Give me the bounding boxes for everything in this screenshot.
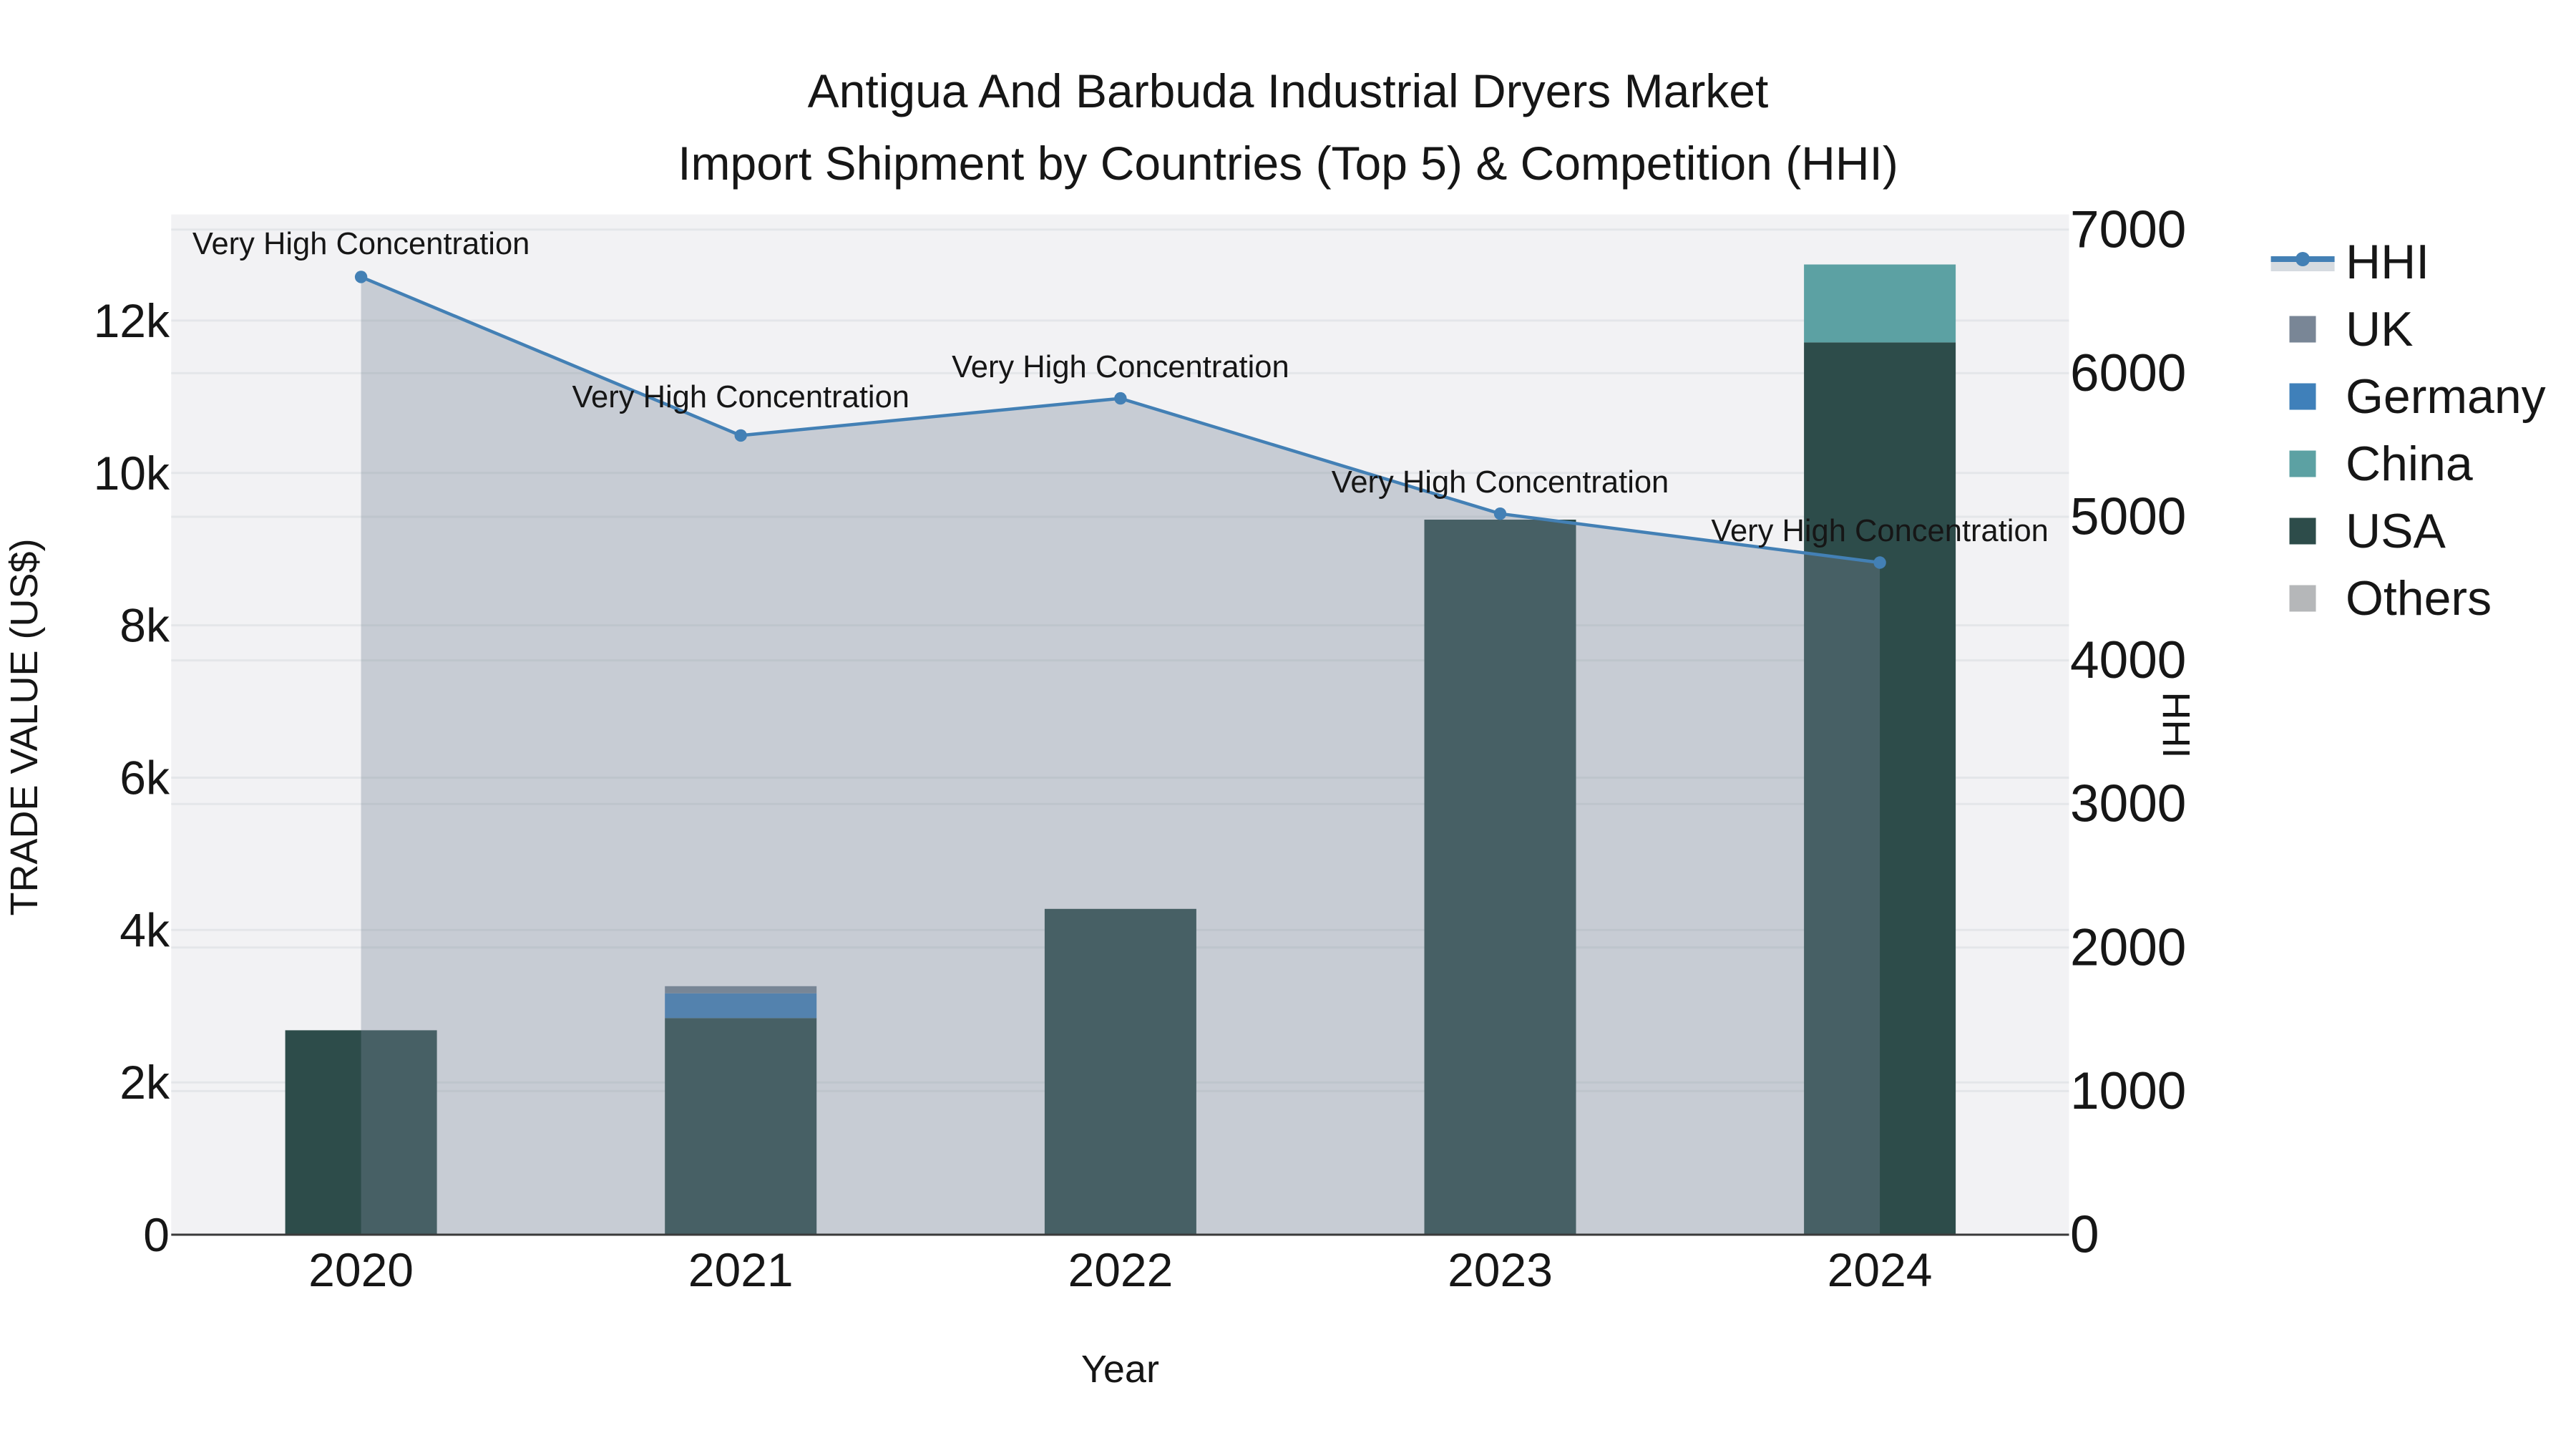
svg-text:5000: 5000 — [2070, 488, 2186, 546]
svg-text:4000: 4000 — [2070, 631, 2186, 689]
svg-text:0: 0 — [143, 1208, 170, 1261]
svg-text:1000: 1000 — [2070, 1062, 2186, 1120]
svg-text:2021: 2021 — [688, 1243, 794, 1296]
svg-text:3000: 3000 — [2070, 775, 2186, 833]
svg-text:Germany: Germany — [2346, 369, 2546, 424]
svg-text:2022: 2022 — [1068, 1243, 1173, 1296]
svg-text:2023: 2023 — [1448, 1243, 1553, 1296]
svg-text:Year: Year — [1081, 1348, 1159, 1391]
svg-text:2000: 2000 — [2070, 918, 2186, 976]
svg-text:USA: USA — [2346, 504, 2446, 558]
svg-text:TRADE VALUE (US$): TRADE VALUE (US$) — [3, 538, 46, 915]
svg-text:Very High Concentration: Very High Concentration — [572, 380, 909, 414]
svg-text:4k: 4k — [119, 903, 170, 956]
svg-text:12k: 12k — [94, 294, 170, 347]
svg-text:10k: 10k — [94, 447, 170, 500]
svg-text:China: China — [2346, 437, 2473, 491]
svg-text:UK: UK — [2346, 302, 2413, 356]
svg-text:6k: 6k — [119, 752, 170, 805]
svg-text:0: 0 — [2070, 1206, 2099, 1264]
svg-text:HHI: HHI — [2155, 692, 2197, 759]
svg-text:HHI: HHI — [2346, 235, 2429, 289]
svg-text:2020: 2020 — [308, 1243, 414, 1296]
svg-text:7000: 7000 — [2070, 200, 2186, 258]
svg-text:Very High Concentration: Very High Concentration — [952, 350, 1289, 384]
svg-text:Very High Concentration: Very High Concentration — [1332, 465, 1669, 500]
svg-text:2k: 2k — [119, 1056, 170, 1109]
svg-text:8k: 8k — [119, 599, 170, 652]
svg-text:2024: 2024 — [1828, 1243, 1933, 1296]
svg-text:Very High Concentration: Very High Concentration — [192, 227, 530, 261]
svg-text:Antigua And Barbuda Industrial: Antigua And Barbuda Industrial Dryers Ma… — [808, 64, 1769, 117]
svg-text:6000: 6000 — [2070, 344, 2186, 402]
svg-text:Very High Concentration: Very High Concentration — [1711, 514, 2049, 548]
svg-text:Import Shipment by Countries (: Import Shipment by Countries (Top 5) & C… — [678, 137, 1898, 190]
svg-text:Others: Others — [2346, 571, 2492, 626]
